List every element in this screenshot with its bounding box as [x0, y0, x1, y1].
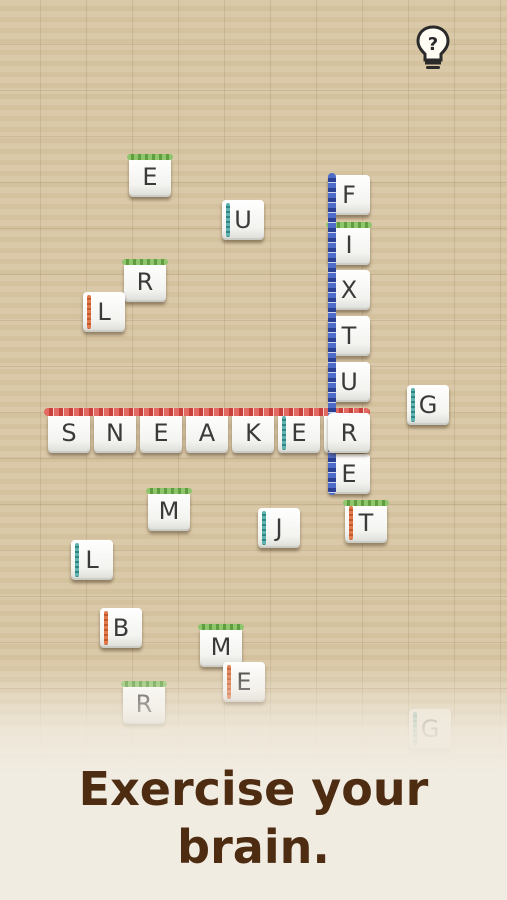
- caption-line-2: brain.: [177, 820, 330, 874]
- word-tile-sneaker-1[interactable]: S: [48, 413, 90, 453]
- word-tile-sneaker-5[interactable]: K: [232, 413, 274, 453]
- word-link-rope-horizontal: [44, 408, 370, 416]
- letter-tile[interactable]: G: [407, 385, 449, 425]
- letter-tile[interactable]: U: [222, 200, 264, 240]
- letter-tile[interactable]: L: [71, 540, 113, 580]
- letter-tile[interactable]: J: [258, 508, 300, 548]
- svg-text:?: ?: [428, 34, 438, 55]
- letter-tile[interactable]: T: [343, 500, 389, 543]
- word-tile-sneaker-6[interactable]: E: [278, 413, 320, 453]
- promo-caption: Exercise your brain.: [0, 760, 507, 876]
- letter-tile[interactable]: L: [83, 292, 125, 332]
- letter-tile[interactable]: R: [122, 259, 168, 302]
- letter-tile[interactable]: E: [127, 154, 173, 197]
- lightbulb-question-icon: ?: [416, 25, 450, 69]
- letter-tile[interactable]: M: [146, 488, 192, 531]
- word-tile-sneaker-4[interactable]: A: [186, 413, 228, 453]
- hint-button[interactable]: ?: [413, 23, 453, 73]
- word-tile-fixture-6[interactable]: R: [328, 413, 370, 453]
- word-tile-sneaker-3[interactable]: E: [140, 413, 182, 453]
- word-tile-sneaker-2[interactable]: N: [94, 413, 136, 453]
- letter-tile[interactable]: B: [100, 608, 142, 648]
- caption-line-1: Exercise your: [78, 762, 429, 816]
